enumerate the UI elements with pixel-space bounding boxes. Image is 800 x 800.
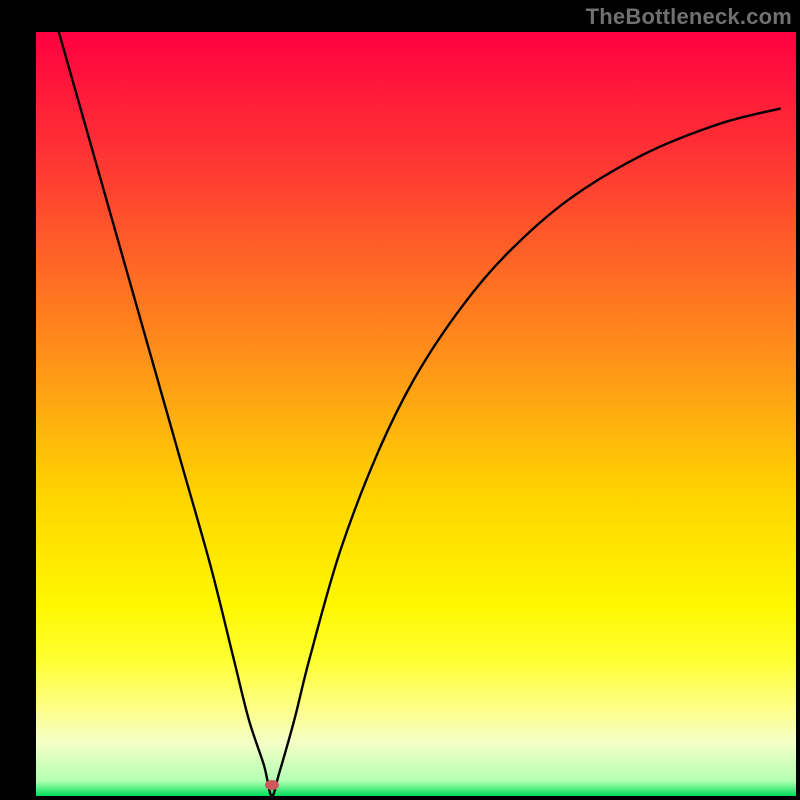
bottleneck-curve	[0, 0, 800, 800]
chart-frame: TheBottleneck.com	[0, 0, 800, 800]
optimal-point-marker	[265, 780, 279, 790]
curve-path	[59, 32, 781, 796]
